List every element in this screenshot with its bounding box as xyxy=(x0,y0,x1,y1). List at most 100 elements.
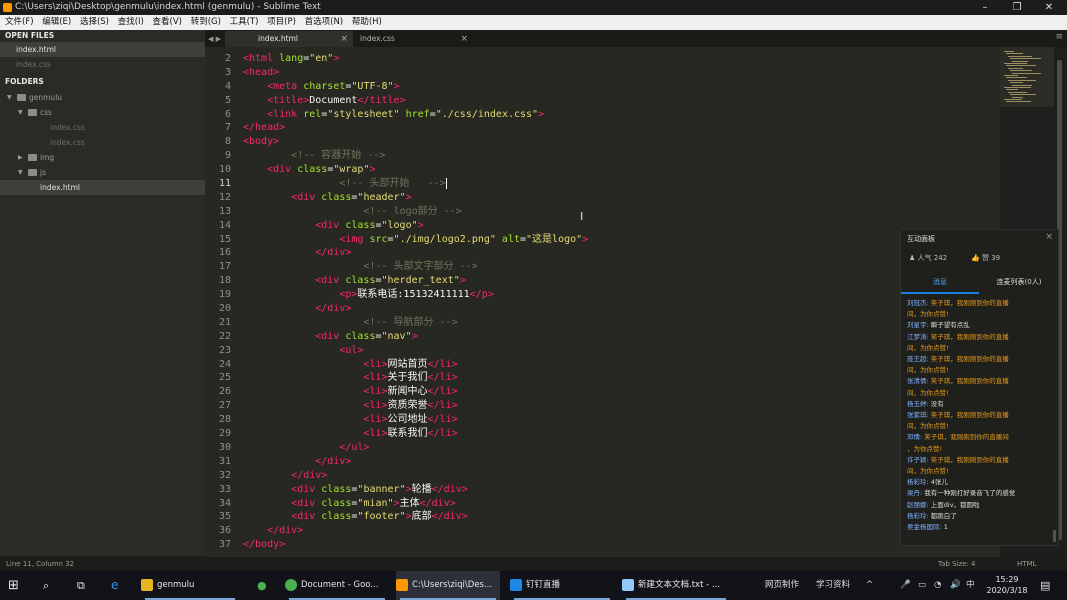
line-number: 15 xyxy=(218,233,231,245)
line-number: 32 xyxy=(218,469,231,481)
edge-browser-icon[interactable]: e xyxy=(111,571,118,600)
menu-file[interactable]: 文件(F) xyxy=(2,15,37,30)
panel-close-icon[interactable]: × xyxy=(1045,232,1053,242)
tree-file[interactable]: index.css xyxy=(0,120,205,135)
code-token: > xyxy=(451,428,458,440)
toolbar-webdev[interactable]: 网页制作 xyxy=(765,571,799,600)
code-token: > xyxy=(279,122,286,134)
code-editor[interactable]: 2 3 4 5 6 7 8 9 10 11 12 13 14 15 16 17 18 19 20 21 22 23 24 25… xyxy=(205,47,1000,557)
code-token: <p xyxy=(339,289,352,301)
windows-start-icon[interactable]: ⊞ xyxy=(8,571,19,600)
tab-nav-arrows-icon[interactable]: ◀ ▶ xyxy=(208,31,221,47)
menu-view[interactable]: 查看(V) xyxy=(150,15,185,30)
taskbar-item-sublime[interactable]: C:\Users\ziqi\Des... xyxy=(396,571,500,600)
line-number: 26 xyxy=(218,386,231,398)
chat-text: 间，为你点赞! xyxy=(907,422,949,431)
code-token: "wrap" xyxy=(333,164,370,176)
code-token: </head xyxy=(243,122,280,134)
code-line: <div class="mian">主体</div> xyxy=(243,497,588,511)
code-line: <div class="wrap"> xyxy=(243,163,588,177)
tree-folder-js[interactable]: ▼ js xyxy=(0,165,205,180)
panel-scrollbar[interactable] xyxy=(1053,530,1056,542)
code-token: </li xyxy=(427,428,452,440)
tree-folder-img[interactable]: ▶ img xyxy=(0,150,205,165)
menu-help[interactable]: 帮助(H) xyxy=(349,15,385,30)
tab-label: index.html xyxy=(258,34,298,43)
syntax-indicator[interactable]: HTML xyxy=(1017,557,1036,571)
open-file-item[interactable]: index.css xyxy=(0,57,205,72)
task-view-icon[interactable]: ⧉ xyxy=(77,571,85,600)
code-token: > xyxy=(451,372,458,384)
line-number-gutter: 2 3 4 5 6 7 8 9 10 11 12 13 14 15 16 17 18 19 20 21 22 23 24 25… xyxy=(205,52,231,552)
tab-index-css[interactable]: index.css × xyxy=(355,31,473,47)
menu-find[interactable]: 查找(I) xyxy=(115,15,147,30)
tree-file-selected[interactable]: index.html xyxy=(0,180,205,195)
menu-tools[interactable]: 工具(T) xyxy=(227,15,262,30)
tab-messages[interactable]: 消息 xyxy=(901,273,979,294)
code-token: "logo" xyxy=(381,219,418,231)
code-token: > xyxy=(451,400,458,412)
tab-close-icon[interactable]: × xyxy=(460,31,468,47)
code-token: charset xyxy=(297,80,346,92)
code-token: "en" xyxy=(309,53,334,64)
menu-project[interactable]: 项目(P) xyxy=(264,15,299,30)
battery-icon[interactable]: ▭ xyxy=(918,571,926,600)
code-token: </li xyxy=(427,372,452,384)
wechat-icon[interactable]: ● xyxy=(257,571,267,600)
code-token: > xyxy=(487,289,494,301)
code-token: > xyxy=(369,164,376,176)
minimap[interactable] xyxy=(1000,47,1054,107)
menu-preferences[interactable]: 首选项(N) xyxy=(302,15,347,30)
tab-index-html[interactable]: index.html × xyxy=(225,31,353,47)
taskbar-item-dingtalk[interactable]: 钉钉直播 xyxy=(510,571,614,600)
clock-time: 15:29 xyxy=(995,575,1019,584)
tree-folder-genmulu[interactable]: ▼ genmulu xyxy=(0,90,205,105)
notification-icon[interactable]: ▤ xyxy=(1040,571,1050,600)
minimize-button[interactable]: – xyxy=(970,0,1000,15)
code-line: </body> xyxy=(243,538,588,552)
chat-text: 笑子琪，我刚刚到你的直播 xyxy=(930,411,1009,420)
volume-icon[interactable]: 🔊 xyxy=(950,571,961,600)
code-token: <ul xyxy=(339,344,358,356)
minimap-line xyxy=(1006,53,1023,55)
maximize-button[interactable]: ❐ xyxy=(1002,0,1032,15)
code-area[interactable]: <html lang="en"> <head> <meta charset="UT… xyxy=(243,52,588,552)
menu-selection[interactable]: 选择(S) xyxy=(77,15,112,30)
chat-text: 我有一种刚打好录音飞了的感觉 xyxy=(924,489,1016,498)
folder-icon xyxy=(28,169,37,176)
code-token: class xyxy=(315,497,352,509)
system-clock[interactable]: 15:29 2020/3/18 xyxy=(985,574,1029,596)
tree-file[interactable]: index.css xyxy=(0,135,205,150)
search-icon[interactable]: ⌕ xyxy=(43,571,49,600)
toolbar-study[interactable]: 学习资料 xyxy=(816,571,850,600)
tab-close-icon[interactable]: × xyxy=(340,31,348,47)
chevron-down-icon: ▼ xyxy=(7,94,12,101)
chat-username: 刘星宇: xyxy=(907,321,931,330)
code-token: > xyxy=(297,525,304,537)
code-token: <title xyxy=(267,94,304,106)
tray-expand-icon[interactable]: ^ xyxy=(866,571,873,600)
tree-folder-css[interactable]: ▼ css xyxy=(0,105,205,120)
code-token: </ul xyxy=(339,441,364,453)
menu-goto[interactable]: 转到(G) xyxy=(188,15,224,30)
close-button[interactable]: ✕ xyxy=(1034,0,1064,15)
ime-indicator[interactable]: 中 xyxy=(966,571,975,600)
taskbar-item-explorer[interactable]: genmulu xyxy=(141,571,239,600)
chat-message: 间，为你点赞! xyxy=(907,309,1052,320)
open-file-item[interactable]: index.html xyxy=(0,42,205,57)
network-icon[interactable]: ◔ xyxy=(934,571,941,600)
taskbar-item-chrome[interactable]: Document - Goo... xyxy=(285,571,389,600)
chat-username: 庞王超: xyxy=(907,355,931,364)
code-token: <li xyxy=(363,414,382,426)
menu-edit[interactable]: 编辑(E) xyxy=(39,15,74,30)
microphone-icon[interactable]: 🎤 xyxy=(900,571,911,600)
taskbar-item-notepad[interactable]: 新建文本文档.txt - ... xyxy=(622,571,730,600)
code-line: </div> xyxy=(243,524,588,538)
tab-size-indicator[interactable]: Tab Size: 4 xyxy=(938,557,975,571)
tab-mic-list[interactable]: 连麦列表(0人) xyxy=(980,273,1058,292)
code-token: <body xyxy=(243,136,274,148)
tab-menu-icon[interactable]: ≡ xyxy=(1055,32,1063,42)
